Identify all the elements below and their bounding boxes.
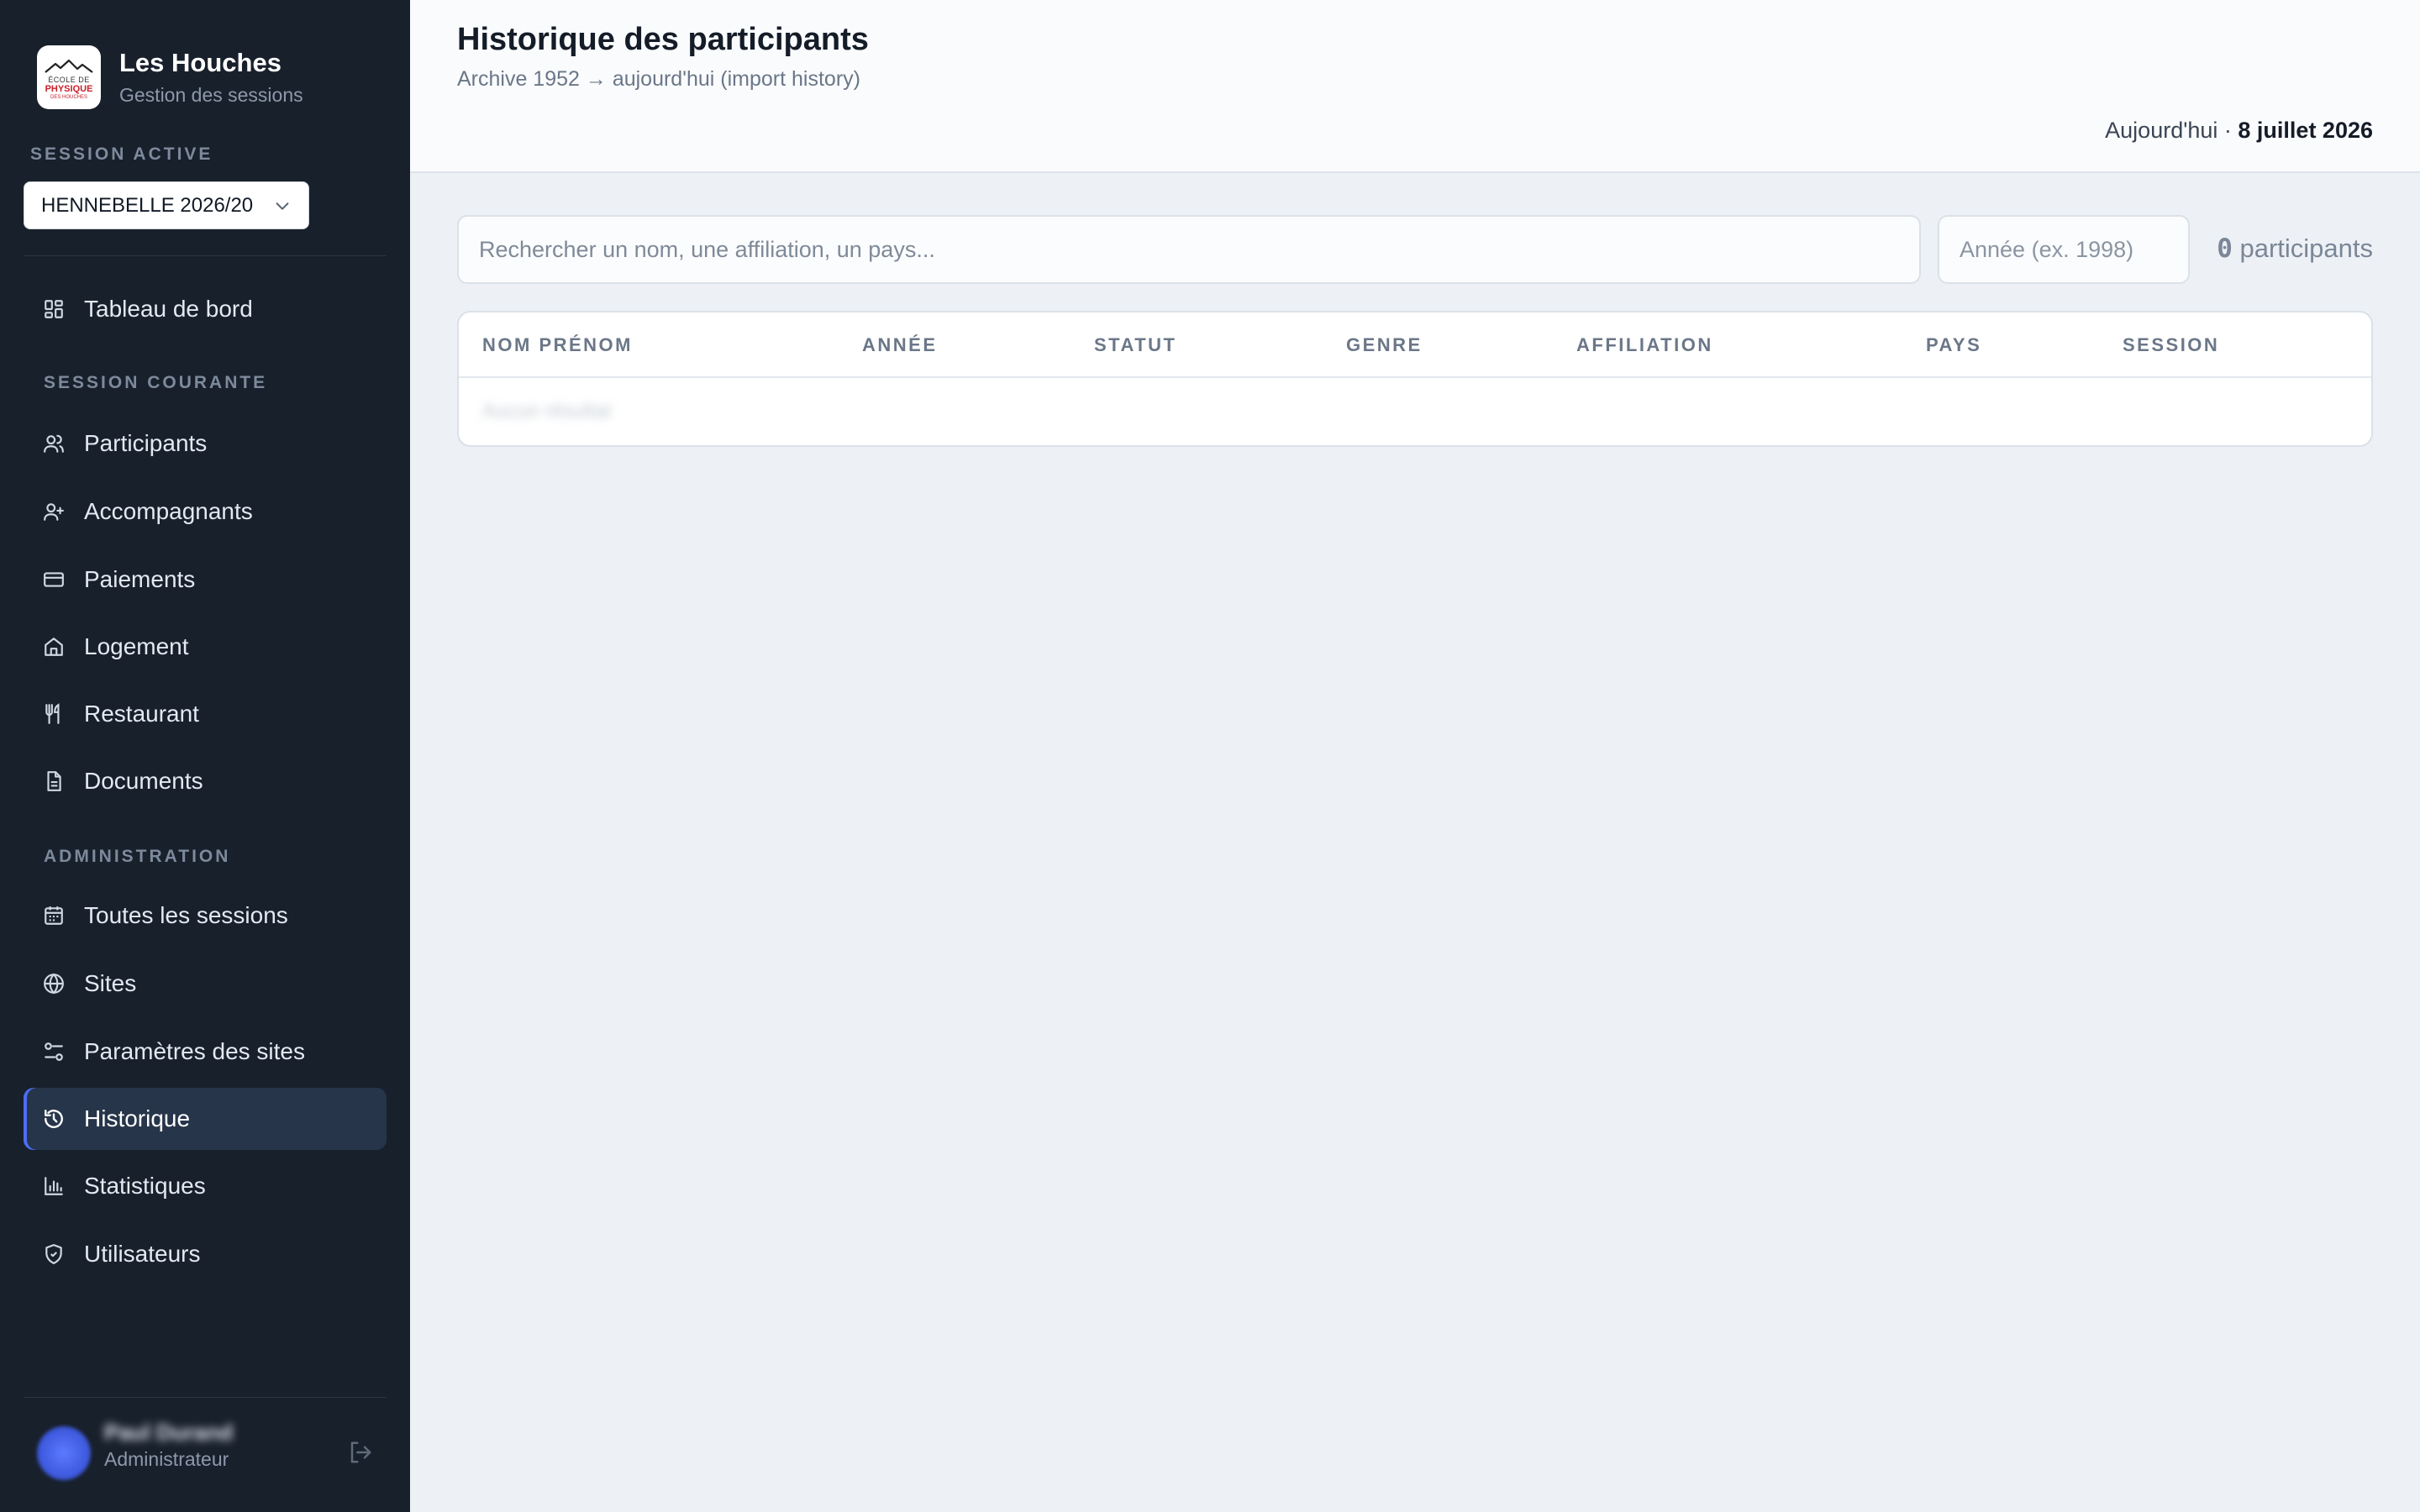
- brand[interactable]: ÉCOLE DE PHYSIQUE DES HOUCHES Les Houche…: [37, 45, 303, 109]
- nav-item-logement[interactable]: Logement: [24, 616, 387, 678]
- column-header-statut[interactable]: STATUT: [1094, 334, 1177, 356]
- session-active-label: SESSION ACTIVE: [30, 144, 213, 164]
- chevron-down-icon: [276, 202, 289, 210]
- bar-chart-icon: [42, 1174, 66, 1198]
- utensils-icon: [42, 702, 66, 726]
- year-input[interactable]: [1938, 215, 2190, 284]
- nav-label-historique: Historique: [84, 1105, 191, 1131]
- column-header-nom[interactable]: NOM PRÉNOM: [482, 334, 633, 356]
- dashboard-grid-icon: [42, 297, 66, 321]
- calendar-icon: [42, 904, 66, 927]
- sidebar-divider: [24, 255, 387, 256]
- history-table: NOM PRÉNOM ANNÉE STATUT GENRE AFFILIATIO…: [457, 311, 2373, 447]
- user-plus-icon: [42, 500, 66, 523]
- logo-line-3: DES HOUCHES: [50, 95, 87, 100]
- nav-label-sites: Sites: [84, 970, 137, 996]
- user-block: Paul Durand Administrateur: [24, 1397, 387, 1512]
- page-header: Historique des participants Archive 1952…: [410, 0, 2420, 173]
- session-select-value: HENNEBELLE 2026/20: [41, 193, 254, 217]
- logout-icon: [350, 1441, 371, 1463]
- session-select[interactable]: HENNEBELLE 2026/20: [24, 181, 309, 229]
- document-icon: [42, 769, 66, 793]
- nav-label-parametres-sites: Paramètres des sites: [84, 1038, 305, 1064]
- nav-item-utilisateurs[interactable]: Utilisateurs: [24, 1223, 387, 1285]
- participant-count-value: 0: [2217, 234, 2233, 264]
- nav-label-accompagnants: Accompagnants: [84, 498, 253, 524]
- nav-label-restaurant: Restaurant: [84, 701, 199, 727]
- user-role: Administrateur: [104, 1448, 229, 1470]
- sliders-icon: [42, 1040, 66, 1063]
- avatar[interactable]: [37, 1426, 91, 1480]
- today-prefix: Aujourd'hui ·: [2105, 118, 2238, 143]
- globe-icon: [42, 972, 66, 995]
- nav-item-participants[interactable]: Participants: [24, 412, 387, 475]
- nav-item-parametres-sites[interactable]: Paramètres des sites: [24, 1021, 387, 1083]
- nav-label-toutes-sessions: Toutes les sessions: [84, 902, 288, 928]
- logo-line-2: PHYSIQUE: [45, 84, 93, 94]
- app-logo: ÉCOLE DE PHYSIQUE DES HOUCHES: [37, 45, 101, 109]
- today-date: Aujourd'hui · 8 juillet 2026: [2105, 118, 2373, 144]
- nav-item-toutes-sessions[interactable]: Toutes les sessions: [24, 885, 387, 947]
- home-icon: [42, 635, 66, 659]
- nav-item-accompagnants[interactable]: Accompagnants: [24, 480, 387, 543]
- empty-row-text: Aucun résultat: [482, 400, 612, 423]
- app-title: Les Houches: [119, 48, 281, 77]
- nav-item-historique[interactable]: Historique: [24, 1088, 387, 1150]
- app-subtitle: Gestion des sessions: [119, 84, 303, 106]
- column-header-affiliation[interactable]: AFFILIATION: [1576, 334, 1713, 356]
- nav-label-logement: Logement: [84, 633, 189, 659]
- users-icon: [42, 432, 66, 455]
- column-header-genre[interactable]: GENRE: [1346, 334, 1423, 356]
- column-header-session[interactable]: SESSION: [2123, 334, 2219, 356]
- shield-icon: [42, 1242, 66, 1266]
- participant-count-suffix: participants: [2232, 234, 2373, 263]
- sidebar: ÉCOLE DE PHYSIQUE DES HOUCHES Les Houche…: [0, 0, 410, 1512]
- logout-button[interactable]: [348, 1440, 373, 1469]
- page-subtitle: Archive 1952 → aujourd'hui (import histo…: [457, 67, 860, 91]
- nav-label-utilisateurs: Utilisateurs: [84, 1241, 201, 1267]
- user-name: Paul Durand: [104, 1420, 234, 1445]
- nav-label-dashboard: Tableau de bord: [84, 296, 253, 322]
- column-header-pays[interactable]: PAYS: [1926, 334, 1981, 356]
- nav-label-paiements: Paiements: [84, 566, 196, 592]
- section-current-label: SESSION COURANTE: [44, 373, 268, 392]
- logo-line-1: ÉCOLE DE: [48, 76, 90, 84]
- nav-label-statistiques: Statistiques: [84, 1173, 206, 1199]
- nav-item-sites[interactable]: Sites: [24, 953, 387, 1015]
- nav-item-restaurant[interactable]: Restaurant: [24, 683, 387, 745]
- participant-count: 0 participants: [2217, 234, 2373, 264]
- nav-item-dashboard[interactable]: Tableau de bord: [24, 278, 387, 340]
- nav-label-participants: Participants: [84, 430, 208, 456]
- section-admin-label: ADMINISTRATION: [44, 847, 231, 866]
- mountain-logo-icon: [45, 59, 93, 73]
- table-header: NOM PRÉNOM ANNÉE STATUT GENRE AFFILIATIO…: [459, 312, 2371, 378]
- nav-item-documents[interactable]: Documents: [24, 750, 387, 812]
- nav-item-statistiques[interactable]: Statistiques: [24, 1155, 387, 1217]
- nav-label-documents: Documents: [84, 768, 203, 794]
- search-input[interactable]: [457, 215, 1921, 284]
- nav-item-paiements[interactable]: Paiements: [24, 549, 387, 611]
- history-icon: [42, 1107, 66, 1131]
- column-header-annee[interactable]: ANNÉE: [862, 334, 938, 356]
- page-title: Historique des participants: [457, 22, 869, 57]
- today-date-value: 8 juillet 2026: [2238, 118, 2373, 143]
- credit-card-icon: [42, 568, 66, 591]
